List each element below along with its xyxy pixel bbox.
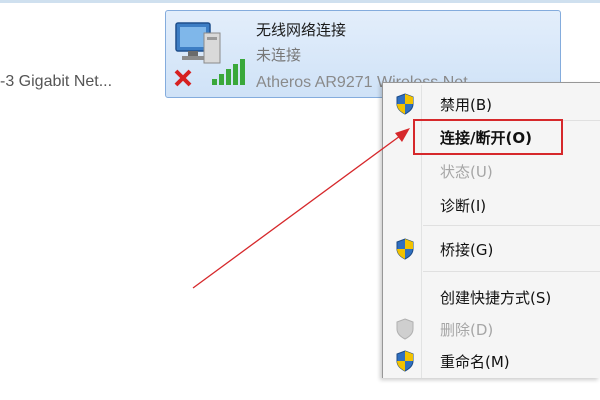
menu-item-label: 状态(U) [440, 163, 493, 181]
wireless-network-icon [174, 22, 245, 87]
wired-connection-label[interactable]: -3 Gigabit Net... [0, 73, 150, 91]
menu-item-label: 诊断(I) [440, 197, 487, 215]
menu-item-label: 禁用(B) [440, 96, 492, 114]
menu-item-rename[interactable]: 重命名(M) [385, 346, 600, 376]
menu-item-label: 创建快捷方式(S) [440, 289, 552, 307]
wireless-connection-status: 未连接 [256, 46, 302, 64]
menu-separator [423, 271, 600, 272]
menu-item-label: 重命名(M) [440, 353, 510, 371]
annotation-highlight-box [413, 119, 563, 155]
menu-item-delete[interactable]: 删除(D) [385, 314, 600, 344]
menu-item-label: 删除(D) [440, 321, 494, 339]
menu-item-disable[interactable]: 禁用(B) [385, 89, 600, 119]
menu-item-diagnose[interactable]: 诊断(I) [385, 190, 600, 220]
uac-shield-icon [396, 238, 414, 260]
menu-item-bridge[interactable]: 桥接(G) [385, 234, 600, 264]
uac-shield-icon [396, 93, 414, 115]
wireless-connection-name: 无线网络连接 [256, 21, 347, 39]
uac-shield-icon [396, 350, 414, 372]
menu-item-label: 桥接(G) [440, 241, 494, 259]
disconnected-x-icon [174, 69, 192, 87]
menu-item-status[interactable]: 状态(U) [385, 156, 600, 186]
menu-item-create-shortcut[interactable]: 创建快捷方式(S) [385, 282, 600, 312]
uac-shield-icon [396, 318, 414, 340]
menu-separator [423, 225, 600, 226]
window-top-edge [0, 0, 600, 3]
